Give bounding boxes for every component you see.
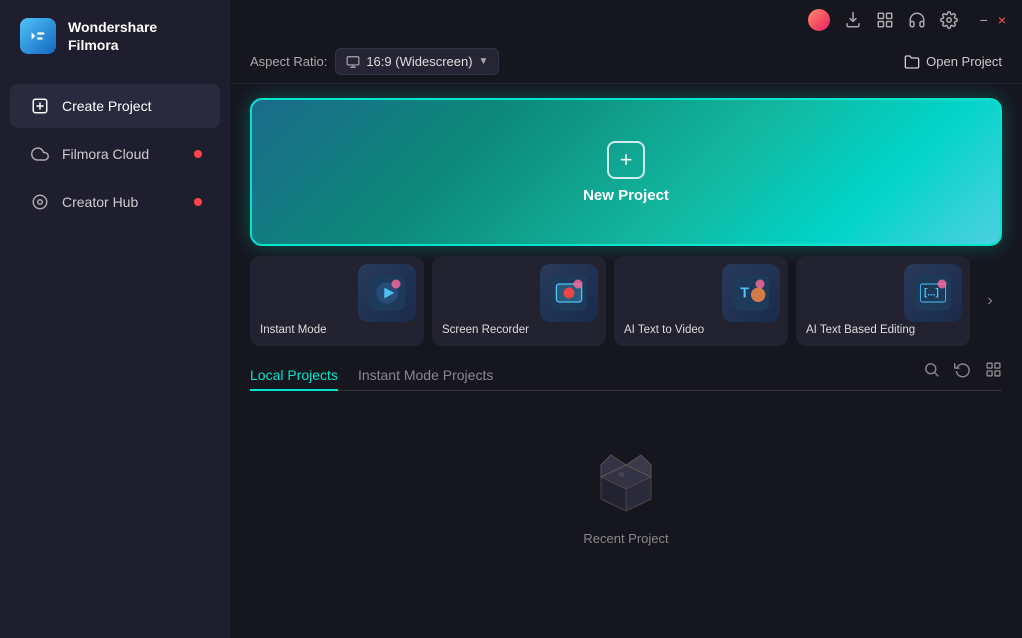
sidebar-item-creator-hub[interactable]: Creator Hub [10, 180, 220, 224]
projects-tabs-container: Local Projects Instant Mode Projects [250, 360, 1002, 391]
app-name: Wondershare Filmora [68, 18, 157, 54]
sidebar-filmora-cloud-label: Filmora Cloud [62, 146, 149, 162]
ai-text-to-video-label: AI Text to Video [624, 324, 778, 336]
empty-state-label: Recent Project [583, 531, 668, 546]
instant-mode-thumbnail [358, 264, 416, 322]
aspect-ratio-label: Aspect Ratio: [250, 54, 327, 69]
creator-hub-badge [194, 198, 202, 206]
creator-hub-icon [30, 192, 50, 212]
close-button[interactable]: × [998, 13, 1006, 27]
feature-cards-row: Instant Mode Screen Recorder T [230, 256, 1022, 346]
feature-card-screen-recorder[interactable]: Screen Recorder [432, 256, 606, 346]
ai-text-to-video-thumbnail: T [722, 264, 780, 322]
sidebar: Wondershare Filmora Create Project Filmo… [0, 0, 230, 638]
sidebar-create-project-label: Create Project [62, 98, 151, 114]
svg-text:[...]: [...] [924, 288, 939, 299]
aspect-ratio-control: Aspect Ratio: 16:9 (Widescreen) ▼ [250, 48, 499, 75]
search-icon[interactable] [923, 361, 940, 383]
titlebar-icons [808, 9, 958, 31]
download-icon[interactable] [844, 11, 862, 29]
top-bar: Aspect Ratio: 16:9 (Widescreen) ▼ Open P… [230, 40, 1022, 84]
sidebar-item-create-project[interactable]: Create Project [10, 84, 220, 128]
chevron-down-icon: ▼ [479, 56, 489, 67]
svg-text:T: T [740, 286, 749, 302]
screen-recorder-label: Screen Recorder [442, 324, 596, 336]
title-bar: − × [230, 0, 1022, 40]
settings-icon[interactable] [940, 11, 958, 29]
empty-box-illustration [581, 437, 671, 517]
tab-local-projects[interactable]: Local Projects [250, 361, 338, 391]
projects-toolbar-icons [923, 361, 1002, 389]
screen-recorder-thumbnail [540, 264, 598, 322]
new-project-label: New Project [583, 187, 669, 204]
aspect-ratio-value: 16:9 (Widescreen) [366, 54, 472, 69]
minimize-button[interactable]: − [980, 13, 988, 27]
tab-instant-mode-projects[interactable]: Instant Mode Projects [358, 361, 493, 391]
feature-card-instant-mode[interactable]: Instant Mode [250, 256, 424, 346]
main-content: − × Aspect Ratio: 16:9 (Widescreen) ▼ Op… [230, 0, 1022, 638]
feature-card-ai-text-to-video[interactable]: T AI Text to Video [614, 256, 788, 346]
projects-section: Local Projects Instant Mode Projects [230, 346, 1022, 638]
aspect-ratio-select[interactable]: 16:9 (Widescreen) ▼ [335, 48, 499, 75]
aspect-monitor-icon [346, 55, 360, 69]
sidebar-creator-hub-label: Creator Hub [62, 194, 138, 210]
user-avatar[interactable] [808, 9, 830, 31]
instant-mode-label: Instant Mode [260, 324, 414, 336]
view-grid-icon[interactable] [985, 361, 1002, 383]
filmora-cloud-badge [194, 150, 202, 158]
empty-state: Recent Project [250, 391, 1002, 591]
create-project-icon [30, 96, 50, 116]
refresh-icon[interactable] [954, 361, 971, 383]
scroll-right-arrow[interactable]: › [978, 256, 1002, 346]
app-logo-icon [20, 18, 56, 54]
new-project-plus-icon: + [607, 141, 645, 179]
sidebar-item-filmora-cloud[interactable]: Filmora Cloud [10, 132, 220, 176]
ai-text-editing-thumbnail: [...] [904, 264, 962, 322]
filmora-cloud-icon [30, 144, 50, 164]
open-project-label: Open Project [926, 54, 1002, 69]
feature-card-ai-text-editing[interactable]: [...] AI Text Based Editing [796, 256, 970, 346]
projects-tabs: Local Projects Instant Mode Projects [250, 360, 513, 390]
new-project-banner[interactable]: + New Project [250, 98, 1002, 246]
grid-icon[interactable] [876, 11, 894, 29]
logo-area: Wondershare Filmora [0, 0, 230, 72]
ai-text-editing-label: AI Text Based Editing [806, 324, 960, 336]
folder-icon [904, 54, 920, 70]
window-controls: − × [980, 13, 1006, 27]
headphone-icon[interactable] [908, 11, 926, 29]
open-project-button[interactable]: Open Project [904, 54, 1002, 70]
